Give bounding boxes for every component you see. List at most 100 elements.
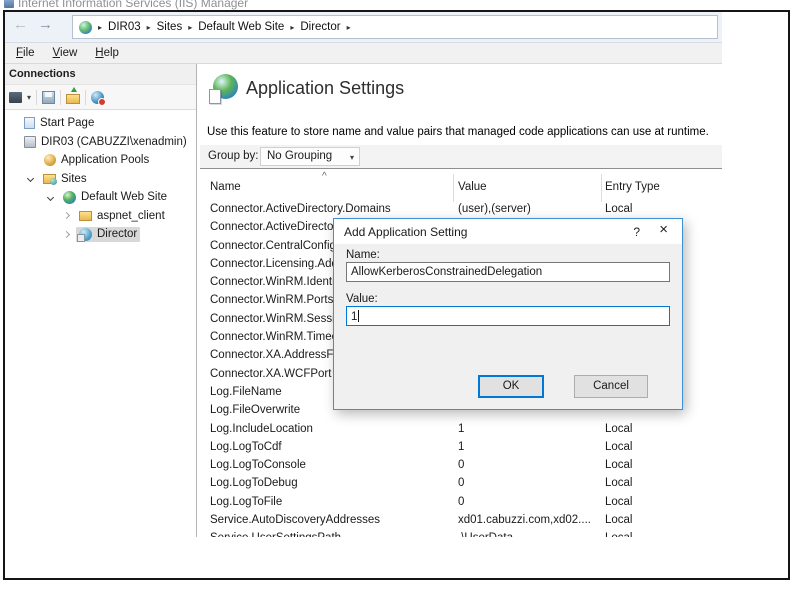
breadcrumb-item-dir03[interactable]: DIR03 [108, 21, 141, 33]
tree-item-director[interactable]: Director [5, 225, 196, 244]
cell-value: .\UserData [458, 529, 600, 537]
toolbar-divider [85, 90, 86, 105]
cell-value: 1 [458, 420, 600, 438]
dialog-titlebar: Add Application Setting ? × [334, 219, 682, 244]
tree-item-dir03-cabuzzi-xenadmin[interactable]: DIR03 (CABUZZI\xenadmin) [5, 133, 196, 152]
navigation-bar: ← → ▸ DIR03 ▸ Sites ▸ Default Web Site ▸ Direct… [5, 12, 722, 43]
table-row[interactable]: Service.AutoDiscoveryAddressesxd01.cabuz… [200, 511, 722, 529]
tree-item-aspnet-client[interactable]: aspnet_client [5, 207, 196, 226]
expander-expanded-icon[interactable] [47, 194, 54, 201]
menu-bar: FileViewHelp [5, 43, 722, 64]
cell-name: Log.LogToFile [210, 493, 455, 511]
window-title-strip: Internet Information Services (IIS) Mana… [4, 0, 248, 10]
create-connection-icon[interactable] [9, 92, 22, 103]
cell-value: 1 [458, 438, 600, 456]
tree-item-label: aspnet_client [97, 210, 165, 222]
feature-description: Use this feature to store name and value… [207, 126, 709, 138]
start-page-icon [24, 117, 35, 129]
column-divider [453, 174, 454, 202]
column-header-entry-type[interactable]: Entry Type [605, 181, 660, 193]
cancel-button[interactable]: Cancel [574, 375, 648, 398]
connections-panel: Connections ▾ Start PageDIR03 (CABUZZI\x… [5, 64, 197, 537]
cell-entry_type: Local [605, 511, 717, 529]
group-by-dropdown[interactable]: No Grouping ▾ [260, 147, 360, 166]
expander-collapsed-icon[interactable] [63, 212, 70, 219]
group-by-value: No Grouping [267, 150, 332, 162]
name-field-value: AllowKerberosConstrainedDelegation [351, 266, 542, 278]
folder-icon [79, 211, 92, 221]
name-field[interactable]: AllowKerberosConstrainedDelegation [346, 262, 670, 282]
expander-expanded-icon[interactable] [27, 175, 34, 182]
cell-entry_type: Local [605, 438, 717, 456]
breadcrumb-trail: ▸DIR03▸Sites▸Default Web Site▸Director▸ [98, 21, 351, 33]
breadcrumb[interactable]: ▸DIR03▸Sites▸Default Web Site▸Director▸ [72, 15, 718, 39]
table-row[interactable]: Log.LogToDebug0Local [200, 474, 722, 492]
table-row[interactable]: Connector.ActiveDirectory.Domains(user),… [200, 200, 722, 218]
cell-entry_type: Local [605, 456, 717, 474]
tree-item-application-pools[interactable]: Application Pools [5, 151, 196, 170]
crumb-separator-icon: ▸ [98, 23, 102, 32]
page-title: Application Settings [246, 78, 404, 99]
table-row[interactable]: Log.LogToFile0 Local [200, 493, 722, 511]
menu-item-help[interactable]: Help [86, 45, 128, 61]
column-header-value[interactable]: Value [458, 181, 487, 193]
menu-item-file[interactable]: File [7, 45, 44, 61]
site-globe-icon [79, 21, 92, 34]
cell-entry_type: Local [605, 474, 717, 492]
menu-item-view[interactable]: View [44, 45, 87, 61]
dialog-title: Add Application Setting [344, 225, 467, 239]
column-header-name[interactable]: Name [210, 181, 241, 193]
tree-item-label: Sites [61, 173, 87, 185]
iis-manager-window: ← → ▸ DIR03 ▸ Sites ▸ Default Web Site ▸ Direct… [5, 12, 722, 537]
table-row[interactable]: Log.LogToConsole0Local [200, 456, 722, 474]
tree-item-start-page[interactable]: Start Page [5, 114, 196, 133]
value-field-label: Value: [346, 293, 378, 305]
table-row[interactable]: Log.IncludeLocation1 Local [200, 420, 722, 438]
cell-value: (user),(server) [458, 200, 600, 218]
cell-entry_type: Local [605, 493, 717, 511]
tree-item-label: Director [97, 228, 137, 240]
crumb-separator-icon: ▸ [147, 23, 151, 32]
connections-header: Connections [5, 64, 196, 84]
iis-app-icon [4, 0, 14, 8]
cell-entry_type: Local [605, 529, 717, 537]
chevron-down-icon: ▾ [350, 153, 354, 162]
save-connections-icon[interactable] [42, 91, 55, 104]
up-folder-icon[interactable] [66, 94, 80, 104]
expander-collapsed-icon[interactable] [63, 231, 70, 238]
crumb-separator-icon: ▸ [347, 23, 351, 32]
back-button[interactable]: ← [13, 17, 28, 32]
table-row[interactable]: Log.LogToCdf1 Local [200, 438, 722, 456]
breadcrumb-item-sites[interactable]: Sites [157, 21, 183, 33]
breadcrumb-item-default-web-site[interactable]: Default Web Site [198, 21, 284, 33]
site-icon [63, 191, 76, 204]
connections-toolbar: ▾ [5, 84, 196, 110]
tree-item-default-web-site[interactable]: Default Web Site [5, 188, 196, 207]
tree-item-label: Application Pools [61, 154, 149, 166]
table-row[interactable]: Service.UserSettingsPath.\UserData Local [200, 529, 722, 537]
ok-button[interactable]: OK [478, 375, 544, 398]
crumb-separator-icon: ▸ [188, 23, 192, 32]
cell-name: Log.LogToConsole [210, 456, 455, 474]
cell-name: Log.IncludeLocation [210, 420, 455, 438]
application-settings-icon [210, 74, 238, 102]
group-by-label: Group by: [208, 150, 259, 162]
cell-name: Service.UserSettingsPath [210, 529, 455, 537]
cell-value: 0 [458, 493, 600, 511]
server-icon [24, 136, 36, 148]
tree-item-label: Default Web Site [81, 191, 167, 203]
value-field[interactable]: 1 [346, 306, 670, 326]
forward-button[interactable]: → [38, 17, 53, 32]
value-field-value: 1 [351, 311, 357, 323]
disconnect-icon[interactable] [91, 91, 104, 104]
cell-name: Log.LogToCdf [210, 438, 455, 456]
cell-entry_type: Local [605, 420, 717, 438]
help-icon[interactable]: ? [633, 225, 640, 239]
close-icon[interactable]: × [659, 222, 668, 237]
sort-ascending-icon: ^ [322, 171, 327, 182]
tree-item-sites[interactable]: Sites [5, 170, 196, 189]
breadcrumb-item-director[interactable]: Director [300, 21, 340, 33]
text-caret [358, 310, 359, 322]
cell-name: Log.LogToDebug [210, 474, 455, 492]
toolbar-dropdown-icon[interactable]: ▾ [27, 93, 31, 102]
